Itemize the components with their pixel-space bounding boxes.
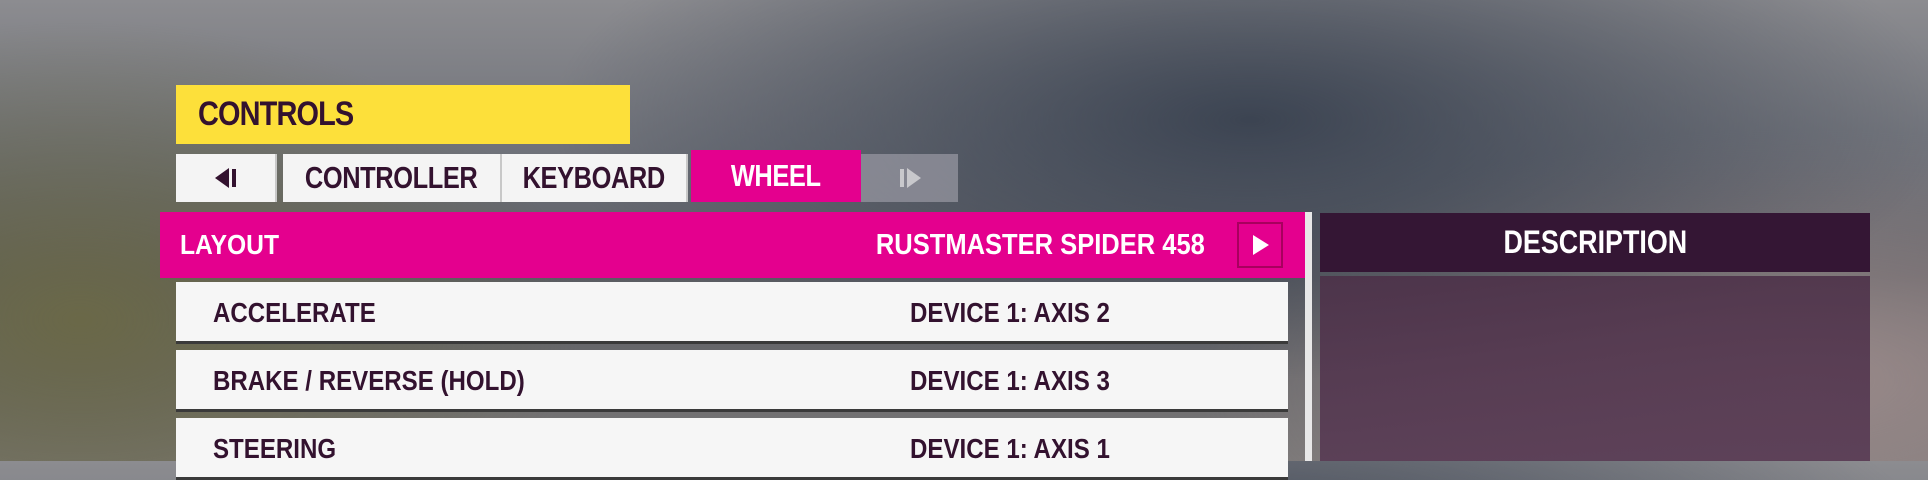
tab-wheel[interactable]: WHEEL <box>691 150 861 202</box>
binding-value: DEVICE 1: AXIS 1 <box>910 433 1110 464</box>
binding-row[interactable]: STEERING DEVICE 1: AXIS 1 <box>176 418 1288 480</box>
tab-next-button[interactable] <box>861 154 958 202</box>
description-panel <box>1320 276 1870 461</box>
play-arrow-icon <box>1253 235 1269 255</box>
description-header: DESCRIPTION <box>1320 213 1870 272</box>
layout-label: LAYOUT <box>180 212 293 278</box>
layout-next-button[interactable] <box>1237 222 1283 268</box>
binding-action: BRAKE / REVERSE (HOLD) <box>213 365 525 396</box>
scrollbar[interactable] <box>1305 212 1312 461</box>
bumper-right-icon <box>899 168 921 188</box>
bumper-left-icon <box>214 168 236 188</box>
description-title: DESCRIPTION <box>1503 224 1687 260</box>
layout-value-text: RUSTMASTER SPIDER 458 <box>876 228 1205 261</box>
layout-selector[interactable]: LAYOUT RUSTMASTER SPIDER 458 <box>160 212 1305 278</box>
tab-keyboard[interactable]: KEYBOARD <box>502 154 688 202</box>
tab-wheel-label: WHEEL <box>731 158 821 193</box>
tab-controller[interactable]: CONTROLLER <box>283 154 502 202</box>
tab-controller-label: CONTROLLER <box>305 160 478 195</box>
binding-row[interactable]: ACCELERATE DEVICE 1: AXIS 2 <box>176 282 1288 344</box>
binding-value: DEVICE 1: AXIS 3 <box>910 365 1110 396</box>
binding-row[interactable]: BRAKE / REVERSE (HOLD) DEVICE 1: AXIS 3 <box>176 350 1288 412</box>
tab-prev-button[interactable] <box>176 154 277 202</box>
layout-label-text: LAYOUT <box>180 229 280 260</box>
tab-keyboard-label: KEYBOARD <box>522 160 666 195</box>
page-title: CONTROLS <box>198 95 354 133</box>
binding-action: STEERING <box>213 433 337 464</box>
page-title-bar: CONTROLS <box>176 85 630 144</box>
binding-value: DEVICE 1: AXIS 2 <box>910 297 1110 328</box>
binding-action: ACCELERATE <box>213 297 376 328</box>
layout-value: RUSTMASTER SPIDER 458 <box>831 212 1205 278</box>
